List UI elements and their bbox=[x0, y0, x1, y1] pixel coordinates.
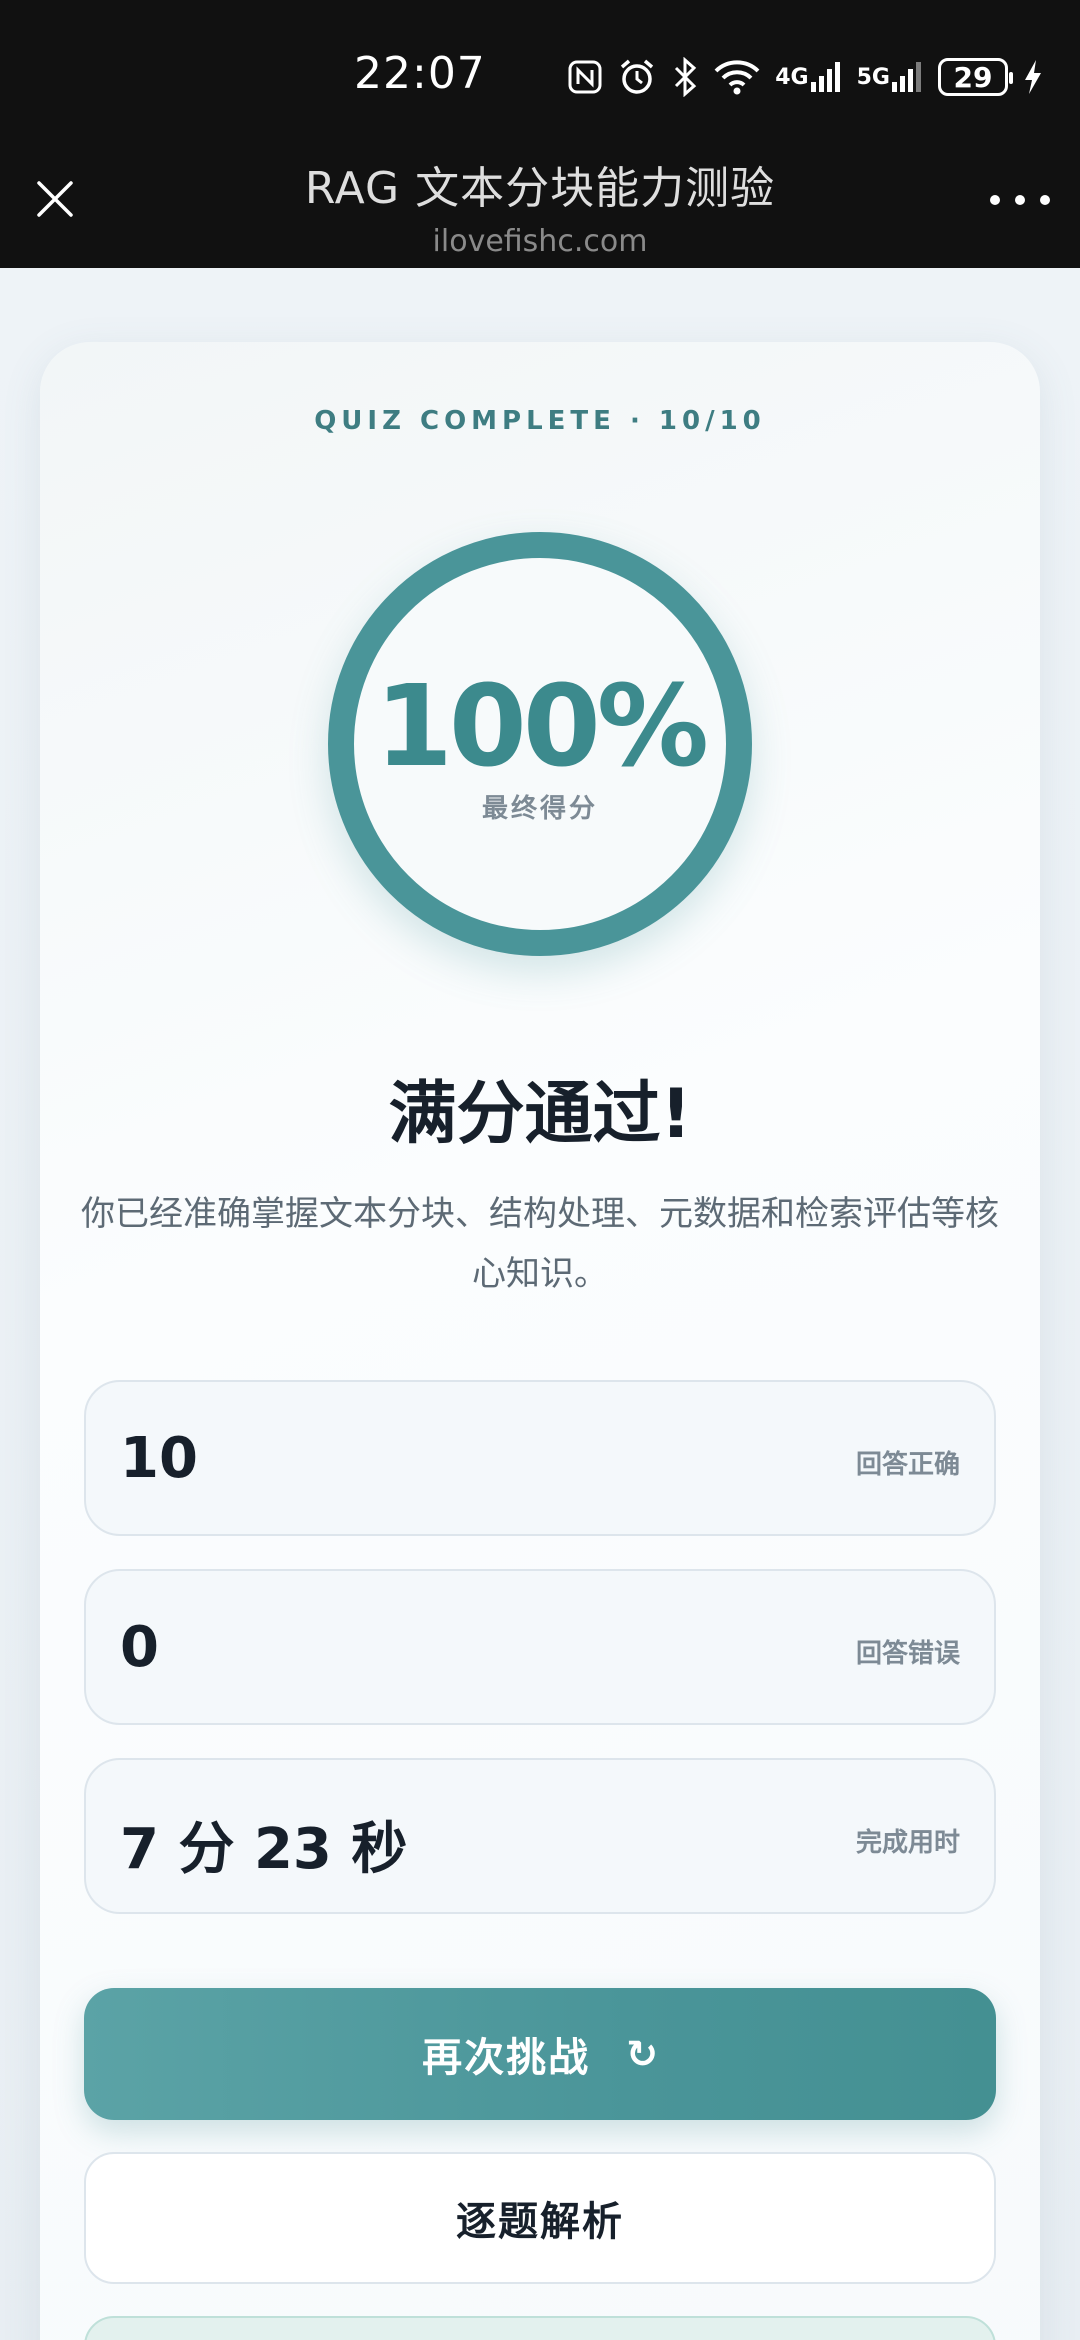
nfc-icon bbox=[567, 59, 603, 95]
result-description: 你已经准确掌握文本分块、结构处理、元数据和检索评估等核心知识。 bbox=[81, 1194, 999, 1294]
stat-label: 完成用时 bbox=[855, 1828, 960, 1858]
stat-wrong: 0 回答错误 bbox=[84, 1569, 996, 1725]
additional-button[interactable] bbox=[84, 2316, 996, 2340]
battery-icon: 29 bbox=[938, 58, 1013, 96]
title-bar: RAG 文本分块能力测验 ilovefishc.com bbox=[0, 130, 1080, 268]
retry-button[interactable]: 再次挑战 ↻ bbox=[84, 1988, 996, 2120]
more-options-button[interactable] bbox=[990, 182, 1050, 218]
more-dot-icon bbox=[1040, 195, 1050, 205]
status-bar: 22:07 4G 5G 29 bbox=[0, 0, 1080, 130]
page-title: RAG 文本分块能力测验 bbox=[304, 163, 776, 214]
signal-4g-icon: 4G bbox=[775, 60, 842, 94]
title-block: RAG 文本分块能力测验 ilovefishc.com bbox=[0, 152, 1080, 259]
status-time: 22:07 bbox=[354, 48, 486, 99]
page-domain: ilovefishc.com bbox=[432, 224, 648, 259]
alarm-icon bbox=[617, 57, 657, 97]
retry-button-label: 再次挑战 bbox=[422, 2035, 591, 2081]
stat-label: 回答正确 bbox=[855, 1450, 960, 1480]
stat-time: 7 分 23 秒 完成用时 bbox=[84, 1758, 996, 1914]
more-dot-icon bbox=[1015, 195, 1025, 205]
charging-icon bbox=[1022, 58, 1044, 96]
wifi-icon bbox=[713, 58, 761, 96]
status-icons: 4G 5G 29 bbox=[567, 52, 1044, 102]
bluetooth-icon bbox=[671, 57, 699, 97]
score-value: 100% bbox=[374, 662, 709, 792]
refresh-icon: ↻ bbox=[626, 2032, 658, 2076]
more-dot-icon bbox=[990, 195, 1000, 205]
signal-5g-icon: 5G bbox=[857, 60, 924, 94]
quiz-complete-label: QUIZ COMPLETE · 10/10 bbox=[314, 406, 766, 436]
net-4g-label: 4G bbox=[775, 64, 809, 90]
review-button[interactable]: 逐题解析 bbox=[84, 2152, 996, 2284]
review-button-label: 逐题解析 bbox=[456, 2199, 624, 2245]
stat-value: 7 分 23 秒 bbox=[120, 1817, 408, 1882]
score-label: 最终得分 bbox=[481, 794, 598, 824]
result-headline: 满分通过! bbox=[388, 1075, 692, 1154]
stat-correct: 10 回答正确 bbox=[84, 1380, 996, 1536]
stat-value: 10 bbox=[120, 1426, 198, 1491]
stat-label: 回答错误 bbox=[855, 1639, 960, 1669]
stat-value: 0 bbox=[120, 1615, 159, 1680]
net-5g-label: 5G bbox=[856, 64, 890, 90]
